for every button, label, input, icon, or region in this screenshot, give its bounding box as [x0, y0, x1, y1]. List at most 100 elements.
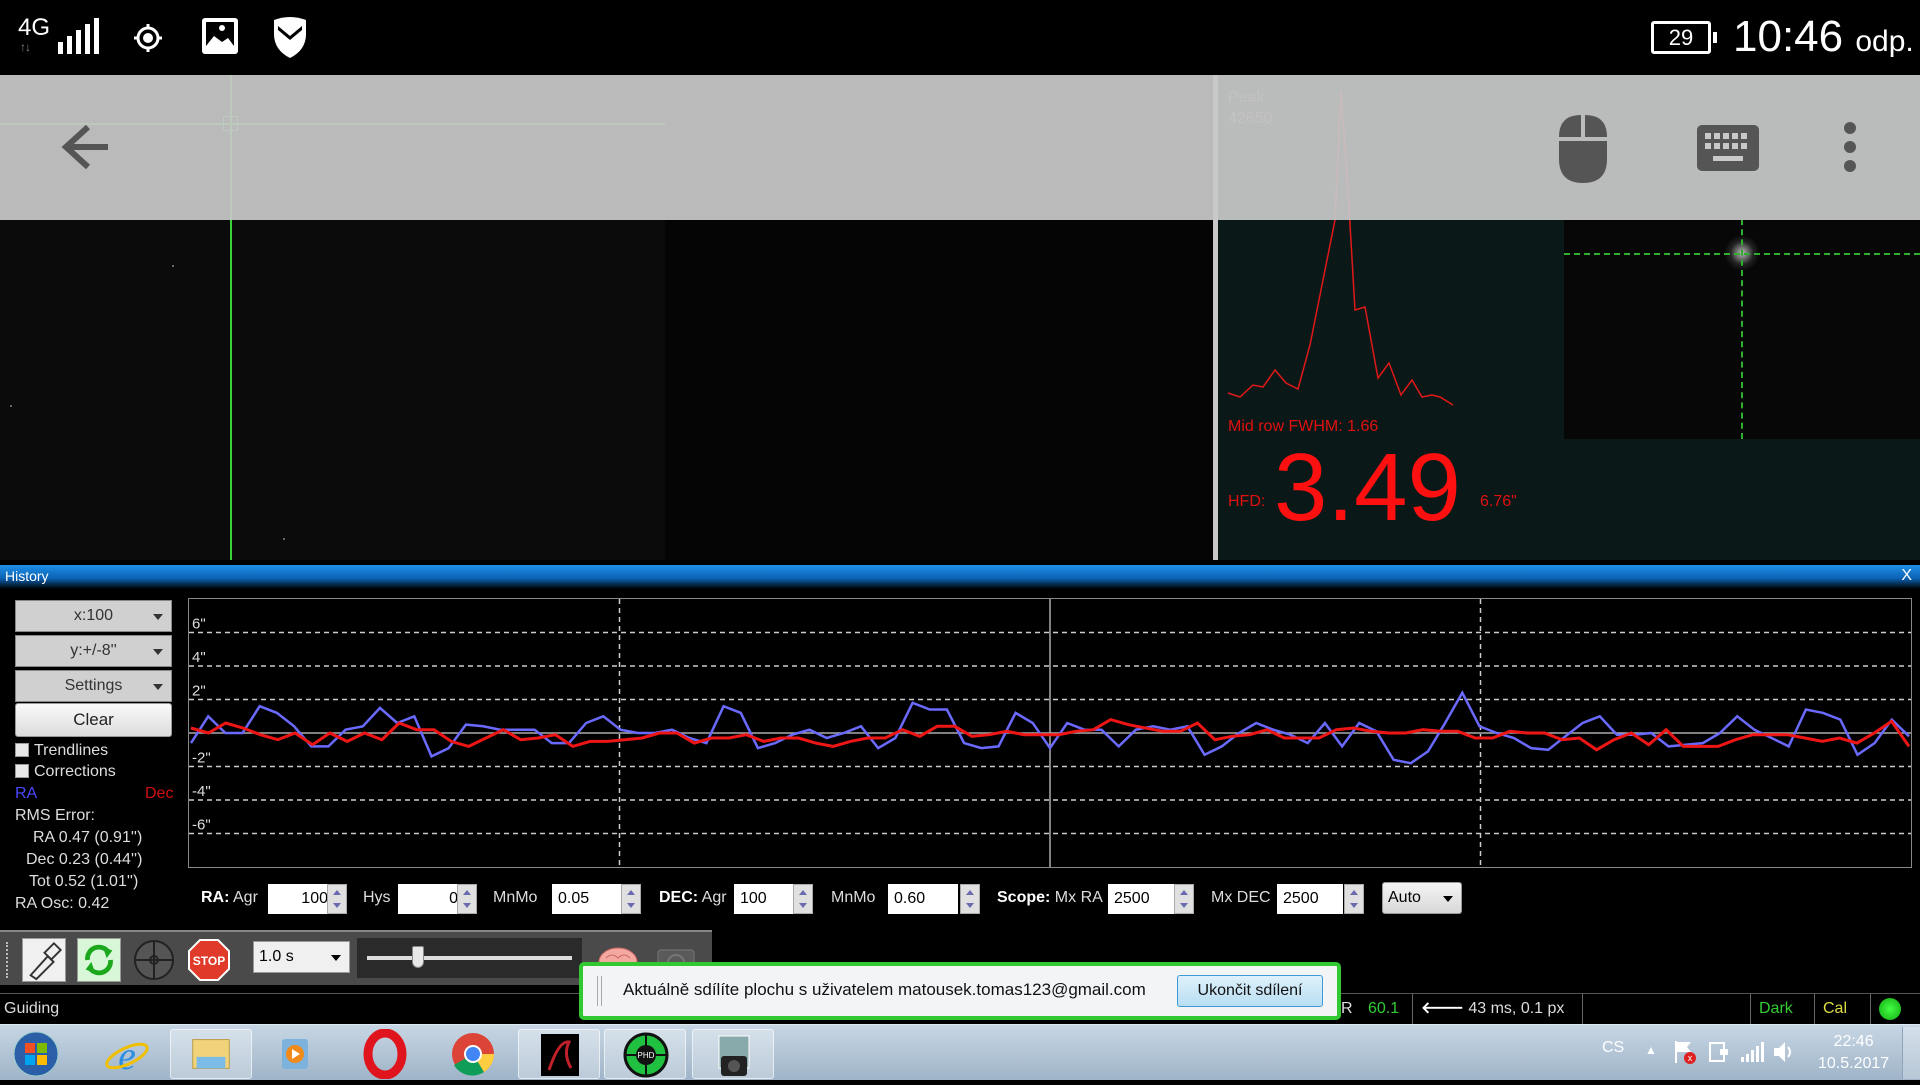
- stop-sharing-button[interactable]: Ukončit sdílení: [1177, 975, 1323, 1007]
- loop-icon[interactable]: [77, 938, 121, 982]
- phd2-taskbar-item[interactable]: PHD: [604, 1029, 686, 1079]
- slider-thumb[interactable]: [412, 946, 425, 968]
- connection-status: [1870, 994, 1920, 1024]
- clock-date: 10.5.2017: [1818, 1055, 1890, 1072]
- camera-app-taskbar-item[interactable]: [692, 1029, 774, 1079]
- android-status-bar: 4G ↑↓ 29 10:46 odp.: [0, 0, 1920, 75]
- gamma-slider[interactable]: [357, 938, 582, 978]
- network-signal-icon[interactable]: [1740, 1041, 1764, 1063]
- taskbar-clock[interactable]: 22:46 10.5.2017: [1818, 1031, 1889, 1075]
- ra-aggression-stepper[interactable]: [327, 884, 347, 914]
- max-ra-duration-input[interactable]: 2500: [1108, 884, 1174, 914]
- ra-label: RA:: [201, 889, 230, 906]
- y-scale-dropdown[interactable]: y:+/-8'': [15, 635, 172, 667]
- start-button-icon[interactable]: [4, 1029, 68, 1079]
- show-desktop-button[interactable]: [1902, 1027, 1920, 1079]
- settings-label: Settings: [64, 677, 123, 694]
- shield-icon: [274, 17, 306, 58]
- dec-mode-select[interactable]: Auto: [1382, 882, 1462, 914]
- image-icon: [202, 18, 238, 54]
- trendlines-label: Trendlines: [34, 742, 109, 759]
- max-dec-duration-input[interactable]: 2500: [1277, 884, 1343, 914]
- volume-icon[interactable]: [1772, 1039, 1796, 1065]
- x-scale-value: x:100: [73, 607, 114, 624]
- file-explorer-icon[interactable]: [170, 1029, 252, 1079]
- guide-info-text: 43 ms, 0.1 px: [1468, 1000, 1565, 1017]
- usb-connect-icon[interactable]: [22, 938, 66, 982]
- corrections-label: Corrections: [34, 763, 116, 780]
- snr-value: 60.1: [1368, 1000, 1400, 1017]
- y-tick-label: 2": [192, 683, 206, 700]
- network-type-indicator: 4G ↑↓: [18, 14, 50, 54]
- chevron-down-icon: [153, 614, 163, 620]
- rms-error-title: RMS Error:: [15, 807, 95, 824]
- clear-button[interactable]: Clear: [15, 703, 172, 737]
- star: [172, 265, 174, 267]
- ra-mnmo-label: MnMo: [493, 889, 538, 906]
- stop-icon[interactable]: STOP: [187, 938, 231, 982]
- dec-min-move-stepper[interactable]: [960, 884, 980, 914]
- dec-aggression-input[interactable]: 100: [734, 884, 800, 914]
- checkbox-box[interactable]: [15, 764, 29, 778]
- snr-label: R: [1341, 1000, 1353, 1017]
- corrections-checkbox[interactable]: Corrections: [15, 763, 116, 781]
- hfd-label: HFD:: [1228, 493, 1266, 510]
- battery-indicator: 29: [1651, 21, 1717, 54]
- close-history-button[interactable]: X: [1901, 567, 1912, 585]
- mx-ra-label: Mx RA: [1054, 889, 1103, 906]
- mouse-icon[interactable]: [1557, 113, 1609, 185]
- hysteresis-stepper[interactable]: [457, 884, 477, 914]
- x-scale-dropdown[interactable]: x:100: [15, 600, 172, 632]
- slider-track: [367, 956, 572, 960]
- dec-aggression-stepper[interactable]: [793, 884, 813, 914]
- toast-grip[interactable]: [597, 976, 602, 1006]
- back-arrow-icon[interactable]: [58, 119, 114, 175]
- more-vert-icon[interactable]: [1842, 121, 1858, 173]
- astro-app-taskbar-item[interactable]: [518, 1029, 600, 1079]
- checkbox-box[interactable]: [15, 743, 29, 757]
- internet-explorer-icon[interactable]: e: [86, 1029, 168, 1079]
- star: [10, 405, 12, 407]
- chevron-down-icon: [331, 955, 341, 961]
- ra-min-move-input[interactable]: 0.05: [552, 884, 622, 914]
- signal-strength-icon: [58, 18, 100, 54]
- y-tick-label: -4": [192, 783, 211, 800]
- crosshair-icon[interactable]: [132, 938, 176, 982]
- trendlines-checkbox[interactable]: Trendlines: [15, 742, 108, 760]
- svg-text:PHD: PHD: [638, 1051, 655, 1060]
- rms-ra: RA 0.47 (0.91''): [33, 829, 143, 846]
- history-panel: History X x:100 y:+/-8'' Settings Clear …: [0, 565, 1920, 990]
- camera-app-icon: [718, 1035, 750, 1076]
- chrome-icon[interactable]: [432, 1029, 514, 1079]
- dec-mnmo-label: MnMo: [831, 889, 876, 906]
- chevron-down-icon: [153, 684, 163, 690]
- ra-min-move-stepper[interactable]: [621, 884, 641, 914]
- dec-min-move-input[interactable]: 0.60: [888, 884, 958, 914]
- action-center-icon[interactable]: x: [1673, 1039, 1697, 1065]
- opera-icon[interactable]: [344, 1029, 426, 1079]
- toolbar-grip[interactable]: [6, 942, 9, 978]
- ra-aggression-input[interactable]: 100: [268, 884, 334, 914]
- y-tick-label: -2": [192, 750, 211, 767]
- y-tick-label: 6": [192, 616, 206, 633]
- hysteresis-input[interactable]: 0: [398, 884, 464, 914]
- max-ra-duration-stepper[interactable]: [1174, 884, 1194, 914]
- scope-label: Scope:: [997, 889, 1051, 906]
- keyboard-icon[interactable]: [1697, 125, 1759, 171]
- star-thumbnail: [1564, 219, 1920, 439]
- media-player-icon[interactable]: [254, 1029, 336, 1079]
- language-indicator[interactable]: CS: [1602, 1039, 1624, 1057]
- power-icon[interactable]: [1708, 1039, 1730, 1065]
- show-hidden-icons-button[interactable]: ▲: [1645, 1043, 1657, 1057]
- windows-taskbar: e PHD CS ▲ x 22:46 10.5.2017: [0, 1024, 1920, 1080]
- guide-params-row: RA: Agr 100 Hys 0 MnMo 0.05 DEC: Agr 100…: [0, 881, 1920, 915]
- dec-mode-value: Auto: [1388, 889, 1421, 906]
- settings-dropdown[interactable]: Settings: [15, 670, 172, 702]
- history-title: History: [5, 568, 49, 584]
- max-dec-duration-stepper[interactable]: [1344, 884, 1364, 914]
- hfd-value: 3.49: [1274, 434, 1461, 541]
- rms-dec: Dec 0.23 (0.44''): [26, 851, 143, 868]
- remote-app-toolbar: [0, 75, 1920, 220]
- exposure-duration-select[interactable]: 1.0 s: [253, 941, 350, 973]
- svg-text:x: x: [1688, 1053, 1693, 1063]
